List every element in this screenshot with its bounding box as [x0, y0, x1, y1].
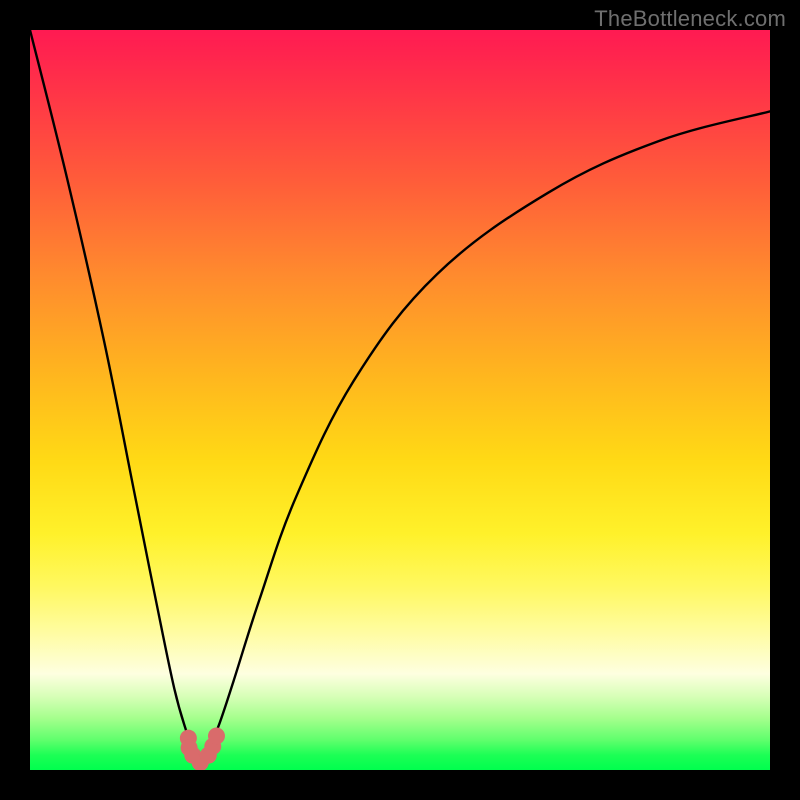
curve-layer	[30, 30, 770, 770]
chart-frame: TheBottleneck.com	[0, 0, 800, 800]
highlight-marker	[208, 727, 225, 744]
watermark-text: TheBottleneck.com	[594, 6, 786, 32]
plot-area	[30, 30, 770, 770]
marker-group	[180, 727, 225, 770]
bottleneck-curve	[30, 30, 770, 763]
